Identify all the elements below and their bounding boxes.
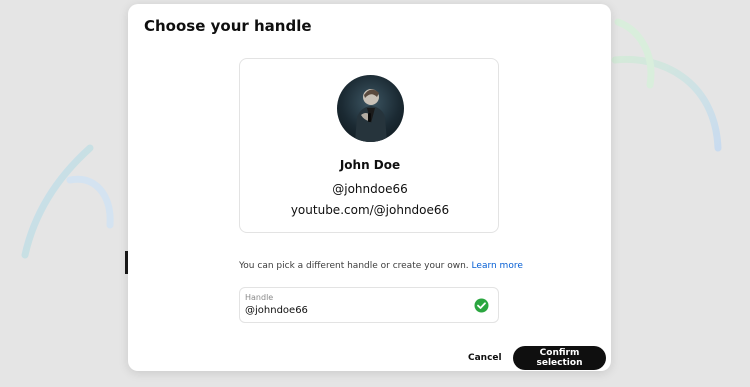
avatar	[337, 75, 404, 142]
handle-input[interactable]: Handle @johndoe66	[239, 287, 499, 323]
handle-input-value[interactable]: @johndoe66	[245, 305, 308, 316]
help-text: You can pick a different handle or creat…	[239, 261, 523, 271]
channel-handle: @johndoe66	[332, 182, 408, 196]
confirm-selection-button[interactable]: Confirm selection	[513, 346, 606, 370]
cancel-button[interactable]: Cancel	[460, 347, 510, 369]
channel-preview-card: John Doe @johndoe66 youtube.com/@johndoe…	[239, 58, 499, 233]
help-text-body: You can pick a different handle or creat…	[239, 261, 469, 271]
check-circle-icon	[474, 298, 489, 313]
channel-url: youtube.com/@johndoe66	[290, 203, 450, 217]
handle-input-label: Handle	[245, 293, 274, 302]
choose-handle-dialog: Choose your handle John Doe @johndoe66 y…	[128, 4, 611, 371]
avatar-photo-icon	[355, 89, 387, 142]
dialog-title: Choose your handle	[144, 17, 312, 35]
learn-more-link[interactable]: Learn more	[472, 261, 523, 271]
channel-name: John Doe	[339, 158, 401, 172]
